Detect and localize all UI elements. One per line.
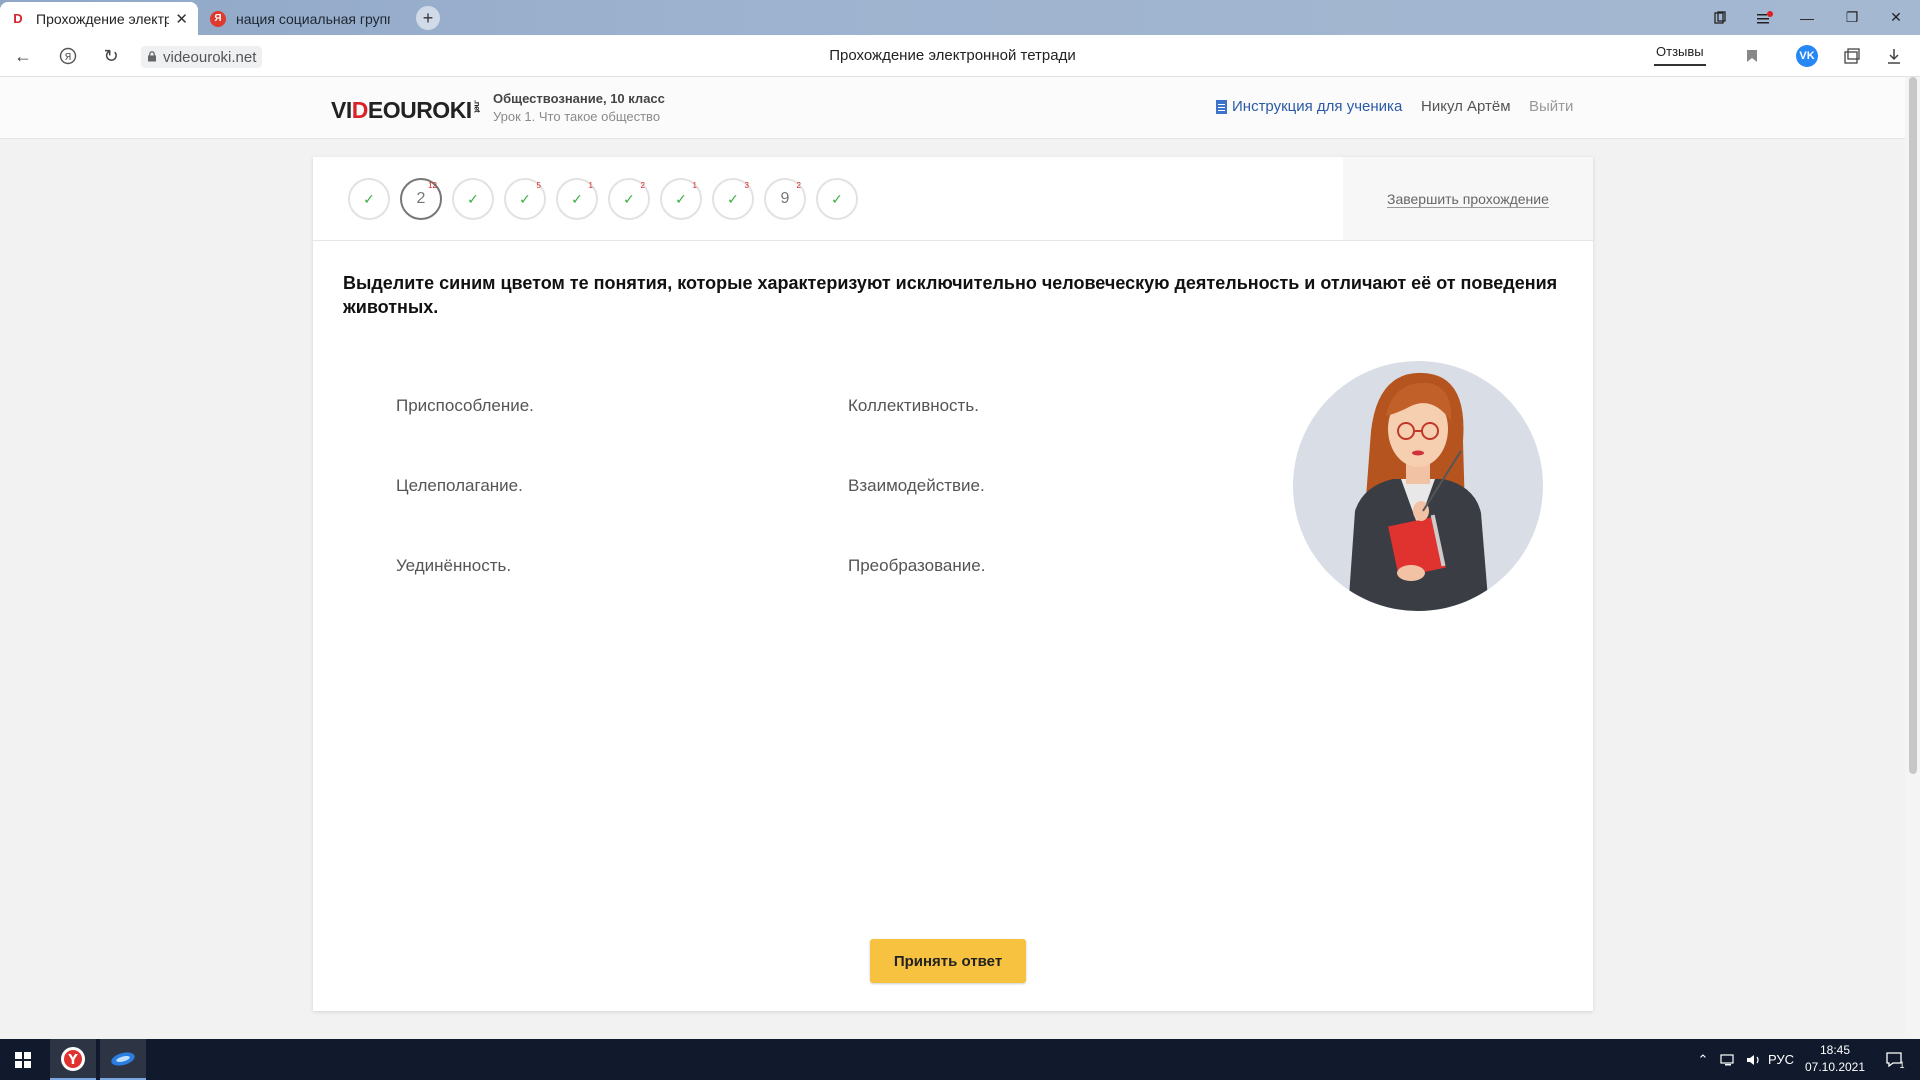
step-badge: 2 <box>796 181 801 190</box>
option-collectivity[interactable]: Коллективность. <box>848 396 979 416</box>
page-scrollbar[interactable] <box>1905 77 1920 1039</box>
step-badge: 2 <box>640 181 645 190</box>
tab-title: нация социальная группа <box>236 10 390 27</box>
collections-icon[interactable] <box>1840 44 1864 68</box>
logout-link[interactable]: Выйти <box>1529 98 1573 115</box>
submit-answer-button[interactable]: Принять ответ <box>870 939 1026 983</box>
logo-part: VI <box>331 97 352 123</box>
logo-net: .net <box>472 100 482 113</box>
notifications-icon[interactable]: 1 <box>1877 1039 1913 1080</box>
step-badge: 12 <box>428 181 437 190</box>
option-solitude[interactable]: Уединённость. <box>396 556 511 576</box>
close-tab-icon[interactable]: ✕ <box>175 10 188 28</box>
check-icon: ✓ <box>519 190 531 207</box>
network-icon[interactable] <box>1717 1039 1739 1080</box>
chevron-up-icon[interactable]: ⌃ <box>1693 1039 1713 1080</box>
lesson-title: Урок 1. Что такое общество <box>493 109 661 124</box>
notification-count: 1 <box>1899 1059 1905 1070</box>
subject-title: Обществознание, 10 класс <box>493 91 665 106</box>
document-icon <box>1216 99 1227 114</box>
step-badge: 1 <box>692 181 697 190</box>
menu-icon[interactable] <box>1745 0 1785 35</box>
page-title: Прохождение электронной тетради <box>829 47 1076 64</box>
user-name[interactable]: Никул Артём <box>1421 98 1511 115</box>
yandex-favicon-icon: Я <box>210 10 226 27</box>
logo-part: EOUROKI <box>367 97 472 123</box>
site-header: VIDEOUROKI .net Обществознание, 10 класс … <box>0 77 1905 139</box>
check-icon: ✓ <box>623 190 635 207</box>
clock-date: 07.10.2021 <box>1804 1060 1866 1074</box>
minimize-icon[interactable]: — <box>1787 0 1827 35</box>
svg-text:Y: Y <box>67 1053 78 1068</box>
option-goal-setting[interactable]: Целеполагание. <box>396 476 523 496</box>
option-adaptation[interactable]: Приспособление. <box>396 396 534 416</box>
language-indicator[interactable]: РУС <box>1766 1039 1796 1080</box>
step-badge: 3 <box>744 181 749 190</box>
step-8[interactable]: ✓ 3 <box>712 178 754 220</box>
step-10[interactable]: ✓ <box>816 178 858 220</box>
address-bar: ← Я ↻ videouroki.net Прохождение электро… <box>0 35 1920 77</box>
tab-title: Прохождение электро <box>36 10 170 27</box>
clock-time: 18:45 <box>1819 1043 1851 1057</box>
volume-icon[interactable] <box>1743 1039 1765 1080</box>
step-3[interactable]: ✓ <box>452 178 494 220</box>
step-2[interactable]: 2 12 <box>400 178 442 220</box>
option-transformation[interactable]: Преобразование. <box>848 556 985 576</box>
vk-badge: VK <box>1796 45 1818 67</box>
instructions-label: Инструкция для ученика <box>1232 98 1403 115</box>
check-icon: ✓ <box>467 190 479 207</box>
question-text: Выделите синим цветом те понятия, которы… <box>343 273 1558 317</box>
bookmarks-panel-icon[interactable] <box>1700 0 1740 35</box>
reviews-label: Отзывы <box>1656 44 1704 59</box>
windows-start-icon[interactable] <box>0 1039 46 1080</box>
step-9[interactable]: 92 <box>764 178 806 220</box>
close-window-icon[interactable]: ✕ <box>1876 0 1916 35</box>
student-instructions-link[interactable]: Инструкция для ученика <box>1216 98 1402 115</box>
step-badge: 5 <box>536 181 541 190</box>
tab-inactive[interactable]: Я нация социальная группа <box>200 2 400 35</box>
task-card: ✓ 2 12 ✓ ✓ 5 ✓ 1 ✓ 2 ✓ 1 ✓ 3 92 ✓ Завершить пр… <box>313 157 1593 1011</box>
new-tab-button[interactable]: + <box>416 6 440 30</box>
check-icon: ✓ <box>571 190 583 207</box>
restore-icon[interactable]: ❐ <box>1832 0 1872 35</box>
teacher-illustration <box>1293 361 1543 611</box>
check-icon: ✓ <box>363 190 375 207</box>
tab-active[interactable]: D Прохождение электро ✕ <box>0 2 198 35</box>
system-clock[interactable]: 18:45 07.10.2021 <box>1795 1042 1875 1076</box>
scrollbar-thumb[interactable] <box>1909 77 1917 774</box>
step-number: 9 <box>780 190 790 207</box>
videouroki-favicon-icon: D <box>13 11 23 26</box>
step-4[interactable]: ✓ 5 <box>504 178 546 220</box>
vk-icon[interactable]: VK <box>1795 44 1819 68</box>
step-number: 2 <box>416 190 426 207</box>
yandex-browser-taskbar-icon[interactable]: Y <box>50 1039 96 1080</box>
step-1[interactable]: ✓ <box>348 178 390 220</box>
download-icon[interactable] <box>1882 44 1906 68</box>
step-6[interactable]: ✓ 2 <box>608 178 650 220</box>
step-badge: 1 <box>588 181 593 190</box>
videouroki-logo[interactable]: VIDEOUROKI .net <box>331 97 482 124</box>
check-icon: ✓ <box>675 190 687 207</box>
option-interaction[interactable]: Взаимодействие. <box>848 476 985 496</box>
step-5[interactable]: ✓ 1 <box>556 178 598 220</box>
reviews-button[interactable]: Отзывы <box>1654 44 1706 66</box>
windows-taskbar: Y ⌃ РУС 18:45 07.10.2021 1 <box>0 1039 1920 1080</box>
check-icon: ✓ <box>831 190 843 207</box>
step-7[interactable]: ✓ 1 <box>660 178 702 220</box>
app-taskbar-icon[interactable] <box>100 1039 146 1080</box>
browser-tab-bar: D Прохождение электро ✕ Я нация социальн… <box>0 0 1920 35</box>
logo-accent: D <box>351 97 369 123</box>
progress-bar: ✓ 2 12 ✓ ✓ 5 ✓ 1 ✓ 2 ✓ 1 ✓ 3 92 ✓ Завершить пр… <box>313 157 1593 241</box>
finish-link[interactable]: Завершить прохождение <box>1387 191 1549 208</box>
finish-panel: Завершить прохождение <box>1343 157 1593 240</box>
check-icon: ✓ <box>727 190 739 207</box>
bookmark-icon[interactable] <box>1740 44 1764 68</box>
